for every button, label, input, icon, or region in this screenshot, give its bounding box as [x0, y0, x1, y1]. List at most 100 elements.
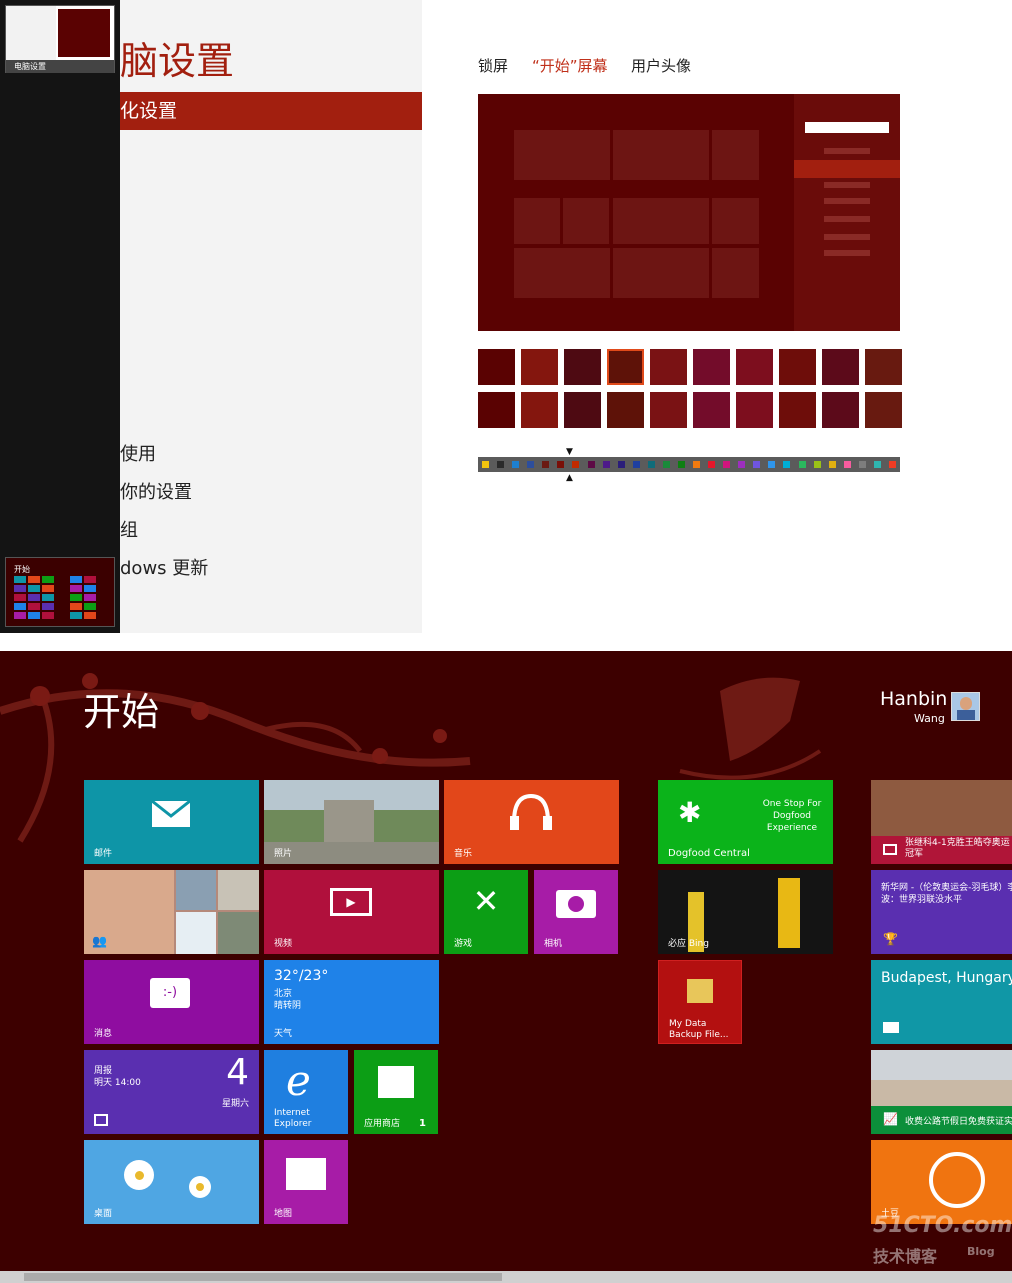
- accent-color-dot[interactable]: [512, 461, 519, 468]
- accent-color-dot[interactable]: [648, 461, 655, 468]
- accent-color-dot[interactable]: [844, 461, 851, 468]
- video-tile[interactable]: ▶ 视频: [264, 870, 439, 954]
- user-first-name[interactable]: Hanbin: [880, 688, 947, 710]
- maps-tile-label: 地图: [274, 1209, 293, 1219]
- accent-color-dot[interactable]: [527, 461, 534, 468]
- photos-tile[interactable]: 照片: [264, 780, 439, 864]
- background-pattern-swatch[interactable]: [650, 392, 687, 428]
- start-app-thumbnail[interactable]: 开始: [5, 557, 115, 627]
- background-pattern-swatch[interactable]: [693, 392, 730, 428]
- sports-news-tile[interactable]: 张继科4-1克胜王皓夺奥运冠军: [871, 780, 1012, 864]
- weather-tile[interactable]: 32°/23° 北京 晴转阴 天气: [264, 960, 439, 1044]
- messaging-tile-label: 消息: [94, 1029, 113, 1039]
- settings-title: 电脑设置: [120, 39, 235, 83]
- finance-headline: 收费公路节假日免费获证实: [905, 1117, 1012, 1127]
- background-pattern-swatch[interactable]: [521, 349, 558, 385]
- accent-color-dot[interactable]: [678, 461, 685, 468]
- accent-color-dot[interactable]: [889, 461, 896, 468]
- preview-charms-pane: [794, 94, 900, 331]
- dogfood-tagline: One Stop For Dogfood Experience: [762, 799, 822, 833]
- desktop-tile[interactable]: 桌面: [84, 1140, 259, 1224]
- user-avatar[interactable]: [951, 692, 980, 721]
- background-pattern-swatch[interactable]: [822, 392, 859, 428]
- color-bar[interactable]: [478, 457, 900, 472]
- accent-color-dot[interactable]: [603, 461, 610, 468]
- accent-color-dot[interactable]: [829, 461, 836, 468]
- accent-color-dot[interactable]: [693, 461, 700, 468]
- games-tile[interactable]: ✕ 游戏: [444, 870, 528, 954]
- tab-lock-screen[interactable]: 锁屏: [478, 55, 508, 76]
- accent-color-dot[interactable]: [588, 461, 595, 468]
- nav-item-windows-update[interactable]: dows 更新: [120, 554, 208, 580]
- tudou-tile[interactable]: 土豆: [871, 1140, 1012, 1224]
- accent-color-dot[interactable]: [497, 461, 504, 468]
- people-tile[interactable]: 👥: [84, 870, 259, 954]
- user-last-name[interactable]: Wang: [914, 712, 945, 725]
- background-pattern-swatch[interactable]: [521, 392, 558, 428]
- accent-color-dot[interactable]: [753, 461, 760, 468]
- background-pattern-swatch[interactable]: [478, 392, 515, 428]
- camera-tile[interactable]: 相机: [534, 870, 618, 954]
- preview-setting-line: [824, 198, 870, 204]
- watermark-blog-cn: 技术博客: [873, 1247, 938, 1266]
- ie-tile[interactable]: e Internet Explorer: [264, 1050, 348, 1134]
- nav-personalize-selected[interactable]: 个性化设置: [120, 92, 422, 130]
- nav-item-homegroup[interactable]: 组: [120, 516, 138, 542]
- store-tile[interactable]: 应用商店 1: [354, 1050, 438, 1134]
- background-pattern-swatch[interactable]: [564, 349, 601, 385]
- accent-color-dot[interactable]: [799, 461, 806, 468]
- background-pattern-swatch[interactable]: [607, 392, 644, 428]
- accent-color-dot[interactable]: [814, 461, 821, 468]
- accent-color-dot[interactable]: [859, 461, 866, 468]
- background-pattern-swatch[interactable]: [736, 392, 773, 428]
- dogfood-tile[interactable]: ✱ One Stop For Dogfood Experience Dogfoo…: [658, 780, 833, 864]
- background-pattern-swatch[interactable]: [779, 349, 816, 385]
- accent-color-dot[interactable]: [738, 461, 745, 468]
- xbox-icon: ✕: [472, 882, 500, 920]
- background-pattern-swatch[interactable]: [478, 349, 515, 385]
- music-tile[interactable]: 音乐: [444, 780, 619, 864]
- background-pattern-swatch[interactable]: [865, 349, 902, 385]
- tab-start-screen[interactable]: “开始”屏幕: [532, 55, 608, 76]
- sports-tile[interactable]: 新华网 -（伦敦奥运会-羽毛球）李波：世界羽联没水平 🏆: [871, 870, 1012, 954]
- calendar-tile[interactable]: 周报 明天 14:00 4 星期六: [84, 1050, 259, 1134]
- trophy-icon: 🏆: [883, 932, 898, 946]
- accent-color-dot[interactable]: [768, 461, 775, 468]
- settings-app-thumbnail[interactable]: 电脑设置: [5, 5, 115, 73]
- preview-tile: [613, 198, 709, 244]
- nav-item-usage[interactable]: 使用: [120, 440, 156, 466]
- bing-tile[interactable]: 必应 Bing: [658, 870, 833, 954]
- accent-color-dot[interactable]: [542, 461, 549, 468]
- messaging-tile[interactable]: :-) 消息: [84, 960, 259, 1044]
- accent-color-dot[interactable]: [633, 461, 640, 468]
- background-pattern-swatch[interactable]: [564, 392, 601, 428]
- mini-start-tile: [28, 585, 40, 592]
- background-pattern-swatch[interactable]: [607, 349, 644, 385]
- background-pattern-swatch[interactable]: [779, 392, 816, 428]
- accent-color-dot[interactable]: [723, 461, 730, 468]
- background-pattern-swatch[interactable]: [865, 392, 902, 428]
- tab-account-picture[interactable]: 用户头像: [631, 55, 691, 76]
- background-pattern-swatch[interactable]: [693, 349, 730, 385]
- backup-tile[interactable]: My Data Backup File...: [658, 960, 742, 1044]
- background-pattern-swatch[interactable]: [736, 349, 773, 385]
- finance-tile[interactable]: 📈 收费公路节假日免费获证实: [871, 1050, 1012, 1134]
- accent-color-dot[interactable]: [482, 461, 489, 468]
- accent-color-dot[interactable]: [572, 461, 579, 468]
- accent-color-dot[interactable]: [874, 461, 881, 468]
- travel-tile[interactable]: Budapest, Hungary: [871, 960, 1012, 1044]
- preview-tile: [613, 130, 709, 180]
- accent-color-dot[interactable]: [783, 461, 790, 468]
- app-switcher: 电脑设置 开始: [0, 0, 120, 633]
- accent-color-dot[interactable]: [618, 461, 625, 468]
- accent-color-dot[interactable]: [708, 461, 715, 468]
- internet-explorer-icon: e: [286, 1056, 311, 1105]
- accent-color-dot[interactable]: [557, 461, 564, 468]
- scrollbar-thumb[interactable]: [24, 1273, 502, 1281]
- accent-color-dot[interactable]: [663, 461, 670, 468]
- mail-tile[interactable]: 邮件: [84, 780, 259, 864]
- background-pattern-swatch[interactable]: [822, 349, 859, 385]
- maps-tile[interactable]: 地图: [264, 1140, 348, 1224]
- background-pattern-swatch[interactable]: [650, 349, 687, 385]
- nav-item-your-settings[interactable]: 你的设置: [120, 478, 192, 504]
